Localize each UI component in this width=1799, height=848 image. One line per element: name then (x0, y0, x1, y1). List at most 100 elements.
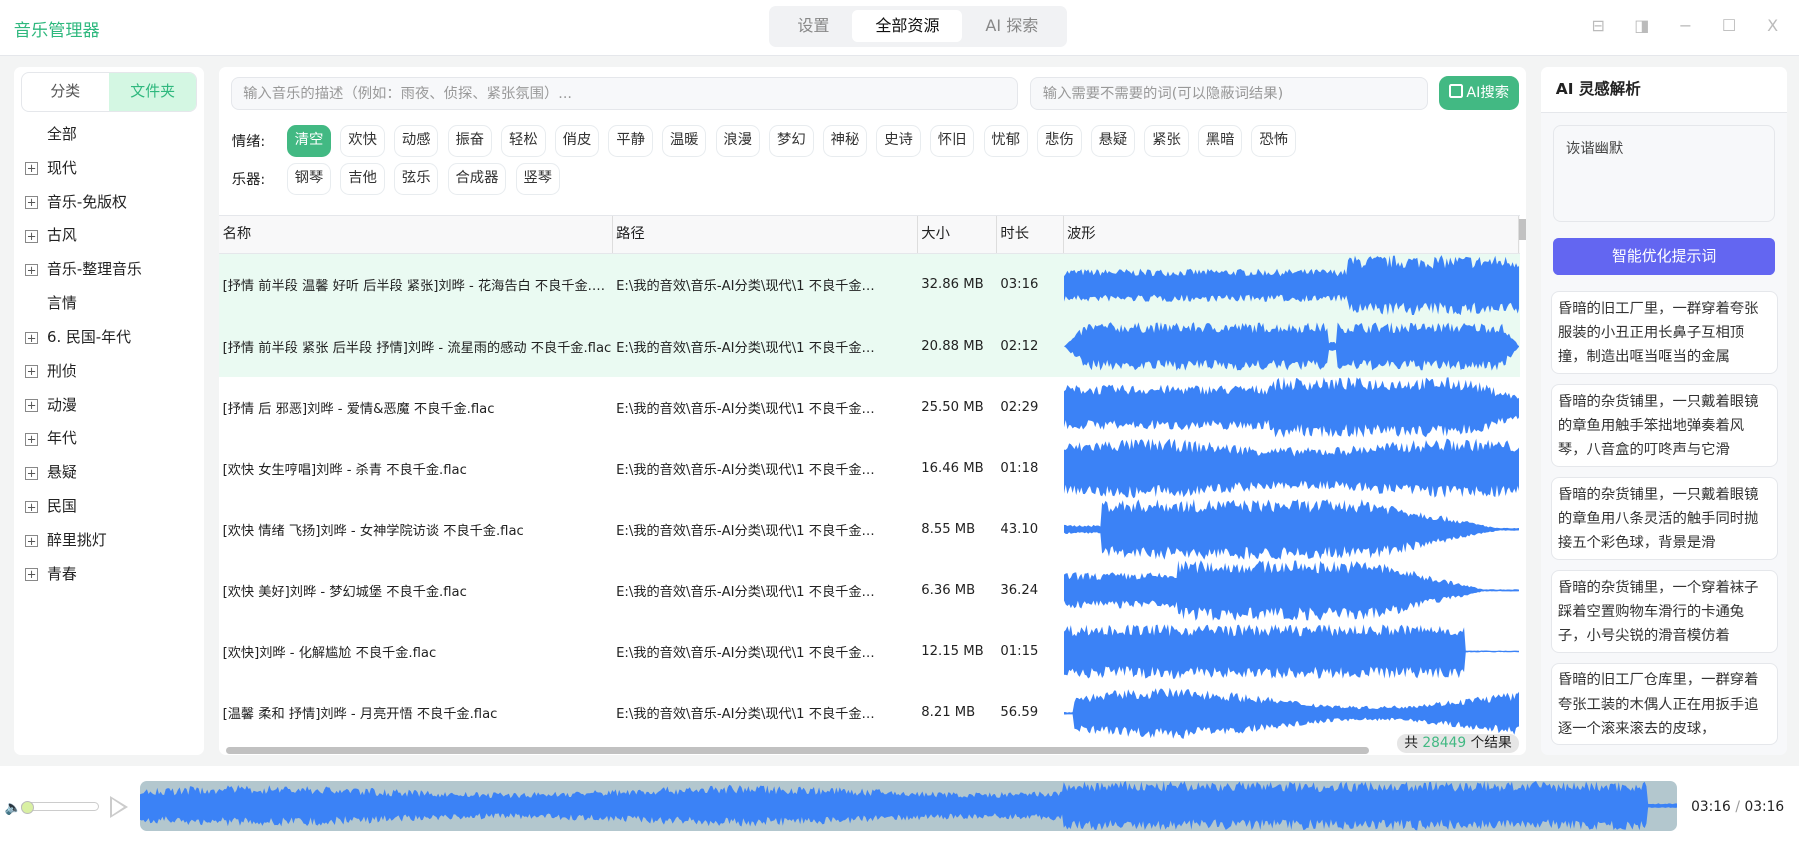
suggestion-card[interactable]: 昏暗的旧工厂仓库里，一群穿着夸张工装的木偶人正在用扳手追逐一个滚来滚去的皮球， (1551, 662, 1779, 746)
track-waveform[interactable] (1063, 621, 1519, 682)
table-row[interactable]: [欢快 美好]刘晔 - 梦幻城堡 不良千金.flac E:\我的音效\音乐-AI分… (219, 560, 1520, 621)
ai-search-button[interactable]: AI搜索 (1438, 75, 1519, 111)
expand-icon[interactable]: + (25, 196, 38, 209)
folder-item[interactable]: + 动漫 (14, 389, 204, 423)
expand-icon[interactable]: + (25, 331, 38, 345)
table-row[interactable]: [欢快]刘晔 - 化解尴尬 不良千金.flac E:\我的音效\音乐-AI分类\现… (219, 621, 1520, 682)
mood-tag[interactable]: 振奋 (447, 125, 492, 157)
description-search-input[interactable]: 输入音乐的描述（例如：雨夜、侦探、紧张氛围）... (230, 76, 1018, 111)
expand-icon[interactable]: + (25, 162, 38, 175)
tab-category[interactable]: 分类 (22, 73, 109, 111)
folder-item[interactable]: + 音乐-整理音乐 (14, 253, 204, 287)
table-row[interactable]: [温馨 柔和 抒情]刘晔 - 月亮开悟 不良千金.flac E:\我的音效\音乐-… (219, 682, 1520, 743)
prompt-textarea[interactable]: 诙谐幽默 (1553, 124, 1775, 223)
toggle-right-panel-icon[interactable]: ◨ (1632, 16, 1653, 35)
mood-tag[interactable]: 温暖 (661, 125, 707, 157)
col-name[interactable]: 名称 (219, 215, 613, 254)
folder-item[interactable]: +6. 民国-年代 (14, 321, 204, 355)
instrument-tag[interactable]: 弦乐 (393, 162, 439, 195)
folder-label: 现代 (47, 158, 77, 177)
col-duration[interactable]: 时长 (997, 215, 1064, 254)
player-waveform[interactable] (139, 781, 1678, 831)
horizontal-scrollbar[interactable] (226, 746, 1369, 754)
tab-folder[interactable]: 文件夹 (108, 73, 197, 112)
track-path: E:\我的音效\音乐-AI分类\现代\1 不良千金… (616, 707, 875, 723)
exclude-words-input[interactable]: 输入需要不需要的词(可以隐蔽词结果) (1030, 76, 1429, 111)
folder-item[interactable]: + 现代 (14, 152, 204, 186)
folder-item[interactable]: 言情 (14, 287, 204, 321)
instrument-tag[interactable]: 钢琴 (286, 162, 332, 195)
instrument-tag[interactable]: 竖琴 (515, 162, 560, 195)
expand-icon[interactable]: + (25, 466, 38, 480)
volume-icon[interactable]: 🔈 (5, 800, 22, 816)
mood-tag[interactable]: 悬疑 (1090, 125, 1136, 157)
folder-item[interactable]: + 年代 (14, 422, 204, 456)
expand-icon[interactable]: + (25, 399, 38, 412)
mood-tag[interactable]: 悲伤 (1037, 125, 1082, 157)
col-path[interactable]: 路径 (613, 215, 918, 254)
folder-item[interactable]: + 青春 (14, 558, 204, 592)
track-waveform[interactable] (1063, 438, 1519, 499)
folder-item[interactable]: + 醉里挑灯 (14, 524, 204, 558)
mood-tag[interactable]: 紧张 (1144, 125, 1189, 157)
suggestion-card[interactable]: 昏暗的杂货铺里，一个穿着袜子踩着空置购物车滑行的卡通兔子，小号尖锐的滑音模仿着 (1551, 569, 1779, 653)
table-row[interactable]: [欢快 女生哼唱]刘晔 - 杀青 不良千金.flac E:\我的音效\音乐-AI分… (219, 438, 1520, 499)
instrument-tag[interactable]: 吉他 (340, 162, 385, 195)
tab-all-resources[interactable]: 全部资源 (852, 10, 963, 43)
maximize-icon[interactable]: ☐ (1719, 16, 1740, 35)
folder-item[interactable]: + 民国 (14, 490, 204, 524)
mood-tag[interactable]: 俏皮 (554, 125, 600, 157)
volume-slider[interactable] (20, 800, 99, 815)
col-size[interactable]: 大小 (918, 215, 997, 254)
expand-icon[interactable]: + (25, 500, 38, 514)
folder-item[interactable]: + 悬疑 (14, 456, 204, 490)
track-waveform[interactable] (1063, 560, 1519, 621)
tab-settings[interactable]: 设置 (774, 10, 852, 42)
folder-item[interactable]: + 古风 (14, 219, 204, 253)
instrument-tag[interactable]: 合成器 (447, 162, 507, 195)
expand-icon[interactable]: + (25, 534, 38, 548)
mood-tag[interactable]: 平静 (608, 125, 653, 157)
folder-item[interactable]: 全部 (14, 118, 204, 152)
folder-item[interactable]: + 刑侦 (14, 355, 204, 389)
toggle-left-panel-icon[interactable]: ⊟ (1588, 16, 1609, 35)
mood-tag[interactable]: 浪漫 (715, 125, 760, 157)
mood-tag[interactable]: 恐怖 (1251, 125, 1296, 157)
play-button[interactable] (110, 796, 128, 819)
folder-item[interactable]: + 音乐-免版权 (14, 186, 204, 220)
table-row[interactable]: [抒情 后 邪恶]刘晔 - 爱情&恶魔 不良千金.flac E:\我的音效\音乐-… (219, 376, 1520, 438)
mood-tag[interactable]: 怀旧 (929, 125, 975, 157)
mood-tag[interactable]: 轻松 (501, 125, 546, 157)
suggestion-card[interactable]: 昏暗的杂货铺里，一只戴着眼镜的章鱼用触手笨拙地弹奏着风琴，八音盒的叮咚声与它滑 (1551, 384, 1779, 467)
mood-tag[interactable]: 动感 (393, 125, 439, 157)
mood-tag[interactable]: 欢快 (340, 125, 385, 157)
mood-tag[interactable]: 梦幻 (769, 125, 814, 157)
expand-icon[interactable]: + (25, 433, 38, 446)
mood-tag[interactable]: 黑暗 (1197, 125, 1243, 157)
optimize-prompt-button[interactable]: 智能优化提示词 (1553, 238, 1775, 276)
track-waveform[interactable] (1063, 254, 1519, 316)
track-waveform[interactable] (1063, 376, 1519, 438)
checkbox-icon[interactable] (1448, 83, 1463, 98)
expand-icon[interactable]: + (25, 365, 38, 378)
vertical-scrollbar[interactable] (1519, 219, 1526, 240)
minimize-icon[interactable]: − (1675, 16, 1696, 35)
waveform-path (1063, 321, 1519, 371)
volume-handle[interactable] (20, 800, 34, 815)
mood-tag[interactable]: 史诗 (876, 125, 921, 157)
table-row[interactable]: [抒情 前半段 温馨 好听 后半段 紧张]刘晔 - 花海告白 不良千金.flac… (219, 254, 1521, 316)
tab-ai-explore[interactable]: AI 探索 (962, 10, 1061, 42)
expand-icon[interactable]: + (25, 568, 38, 582)
suggestion-card[interactable]: 昏暗的杂货铺里，一只戴着眼镜的章鱼用八条灵活的触手同时抛接五个彩色球，背景是滑 (1551, 477, 1779, 560)
track-waveform[interactable] (1063, 499, 1519, 560)
expand-icon[interactable]: + (25, 230, 38, 243)
table-row[interactable]: [欢快 情绪 飞扬]刘晔 - 女神学院访谈 不良千金.flac E:\我的音效\音… (219, 499, 1520, 560)
mood-tag[interactable]: 神秘 (822, 125, 868, 157)
track-waveform[interactable] (1063, 316, 1519, 377)
mood-tag[interactable]: 清空 (286, 125, 332, 157)
suggestion-card[interactable]: 昏暗的旧工厂里，一群穿着夸张服装的小丑正用长鼻子互相顶撞，制造出哐当哐当的金属 (1551, 291, 1779, 374)
mood-tag[interactable]: 忧郁 (983, 125, 1028, 157)
table-row[interactable]: [抒情 前半段 紧张 后半段 抒情]刘晔 - 流星雨的感动 不良千金.flac E… (219, 315, 1521, 377)
expand-icon[interactable]: + (25, 263, 38, 277)
close-icon[interactable]: X (1762, 16, 1783, 35)
